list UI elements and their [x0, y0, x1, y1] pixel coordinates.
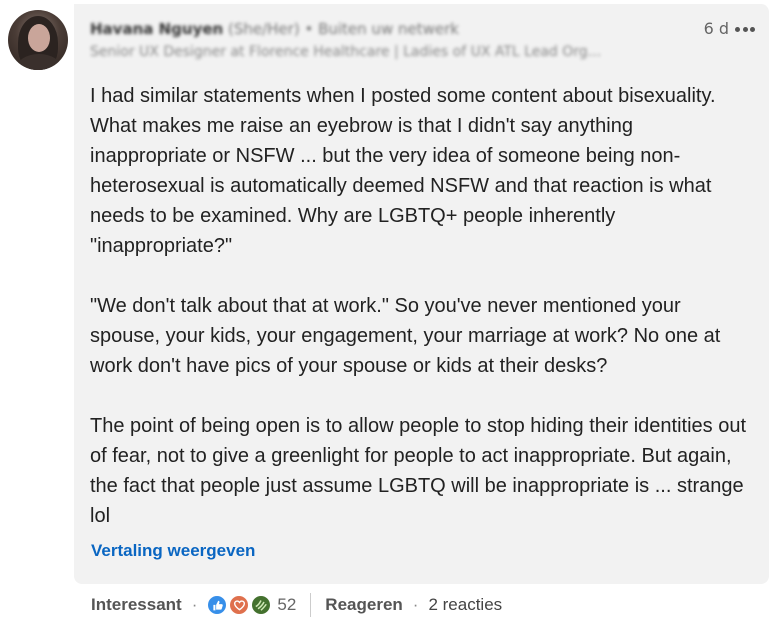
comment-body: I had similar statements when I posted s… [90, 81, 750, 531]
separator-dot: · [412, 595, 419, 614]
comment-bubble: Havana Nguyen (She/Her) • Buiten uw netw… [74, 4, 769, 584]
replies-count-link[interactable]: 2 reacties [428, 595, 502, 615]
show-translation-link[interactable]: Vertaling weergeven [91, 540, 255, 562]
comment-actions: Interessant · 52 Reageren · 2 reacties [91, 590, 502, 620]
like-icon [207, 595, 228, 615]
support-icon [251, 595, 272, 615]
author-name[interactable]: Havana Nguyen [90, 20, 223, 38]
more-dot [735, 26, 740, 32]
comment-timestamp: 6 d [703, 19, 729, 38]
reply-button[interactable]: Reageren [325, 595, 402, 615]
more-dot [742, 26, 748, 32]
comment-paragraph: I had similar statements when I posted s… [90, 85, 716, 257]
separator-dot: · [191, 595, 198, 614]
comment-header: Havana Nguyen (She/Her) • Buiten uw netw… [90, 18, 650, 62]
react-button[interactable]: Interessant [91, 595, 182, 615]
actions-divider [310, 593, 312, 617]
more-dot [750, 26, 755, 32]
author-headline: Senior UX Designer at Florence Healthcar… [90, 44, 602, 60]
comment-paragraph: "We don't talk about that at work." So y… [90, 295, 721, 377]
love-icon [229, 595, 250, 615]
reaction-count: 52 [277, 595, 297, 614]
comment: Havana Nguyen (She/Her) • Buiten uw netw… [0, 0, 784, 622]
avatar[interactable] [8, 10, 68, 70]
more-horizontal-icon[interactable] [735, 26, 755, 32]
comment-paragraph: The point of being open is to allow peop… [90, 415, 746, 527]
author-pronouns: (She/Her) [227, 20, 300, 38]
author-connection: • Buiten uw netwerk [304, 20, 459, 38]
reactions-summary[interactable]: 52 [207, 595, 296, 615]
avatar-face [28, 24, 50, 52]
author-line: Havana Nguyen (She/Her) • Buiten uw netw… [90, 18, 650, 40]
